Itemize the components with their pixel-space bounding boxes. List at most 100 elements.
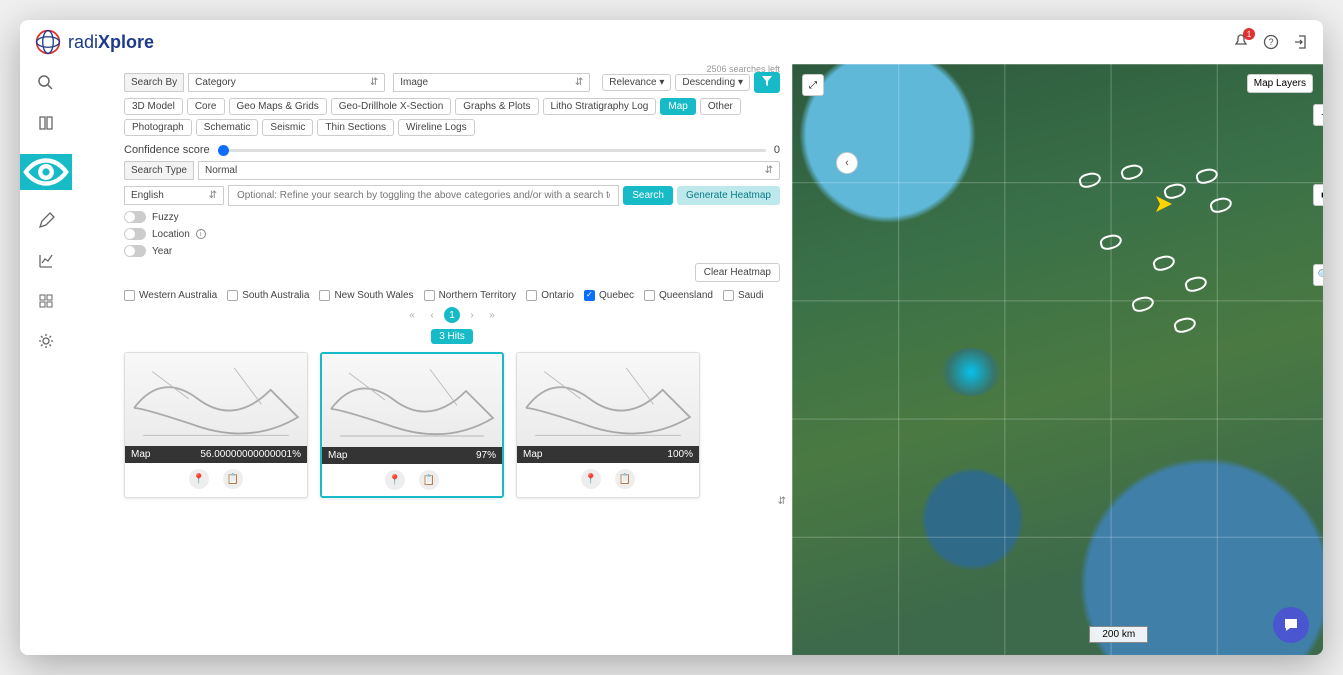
checkbox[interactable]	[319, 290, 330, 301]
search-button[interactable]: Search	[623, 186, 673, 205]
toggle-fuzzy[interactable]	[124, 211, 146, 223]
filter-button[interactable]	[754, 72, 780, 93]
result-confidence: 97%	[476, 450, 496, 461]
thumb-info-bar: Map 56.00000000000001%	[125, 446, 307, 463]
nav-pencil-icon[interactable]	[37, 212, 55, 230]
hits-badge: 3 Hits	[431, 329, 473, 344]
fullscreen-button[interactable]: ⤢	[802, 74, 824, 96]
help-icon[interactable]: ?	[1263, 34, 1279, 50]
copy-result-icon[interactable]: 📋	[419, 470, 439, 490]
nav-book-icon[interactable]	[37, 114, 55, 132]
nav-grid-icon[interactable]	[37, 292, 55, 310]
image-select[interactable]: Image	[393, 73, 590, 92]
tag-schematic[interactable]: Schematic	[196, 119, 259, 136]
toggle-location[interactable]	[124, 228, 146, 240]
nav-eye-icon[interactable]	[20, 154, 72, 190]
region-new-south-wales[interactable]: New South Wales	[319, 290, 413, 301]
tag-litho-stratigraphy-log[interactable]: Litho Stratigraphy Log	[543, 98, 657, 115]
funnel-icon	[761, 75, 773, 87]
search-input[interactable]	[228, 185, 619, 206]
search-by-select[interactable]: Category	[188, 73, 385, 92]
pager-current[interactable]: 1	[444, 307, 460, 323]
tag-geo-maps-grids[interactable]: Geo Maps & Grids	[229, 98, 327, 115]
tag-graphs-plots[interactable]: Graphs & Plots	[455, 98, 538, 115]
tag-other[interactable]: Other	[700, 98, 741, 115]
card-actions: 📍📋	[322, 464, 502, 496]
tag-3d-model[interactable]: 3D Model	[124, 98, 183, 115]
order-dropdown[interactable]: Descending ▾	[675, 74, 750, 91]
search-area-icon[interactable]: 🔍	[1313, 264, 1323, 286]
slider-thumb[interactable]	[218, 145, 229, 156]
result-card[interactable]: Map97%📍📋	[320, 352, 504, 498]
confidence-slider[interactable]	[218, 149, 766, 152]
pager-next[interactable]: ›	[464, 307, 480, 323]
nav-chart-icon[interactable]	[37, 252, 55, 270]
zoom-out-button[interactable]: −	[1313, 104, 1323, 126]
region-south-australia[interactable]: South Australia	[227, 290, 309, 301]
checkbox[interactable]	[124, 290, 135, 301]
pager-first[interactable]: «	[404, 307, 420, 323]
region-western-australia[interactable]: Western Australia	[124, 290, 217, 301]
collapse-panel-button[interactable]: ‹	[836, 152, 858, 174]
info-icon[interactable]: i	[196, 229, 206, 239]
tag-wireline-logs[interactable]: Wireline Logs	[398, 119, 475, 136]
checkbox[interactable]	[526, 290, 537, 301]
checkbox[interactable]	[584, 290, 595, 301]
checkbox[interactable]	[644, 290, 655, 301]
clear-heatmap-button[interactable]: Clear Heatmap	[695, 263, 780, 282]
region-label: Ontario	[541, 290, 574, 301]
result-cards: Map56.00000000000001%📍📋Map97%📍📋Map100%📍📋	[124, 352, 780, 498]
search-by-label: Search By	[124, 73, 184, 92]
copy-result-icon[interactable]: 📋	[615, 469, 635, 489]
region-quebec[interactable]: Quebec	[584, 290, 634, 301]
result-card[interactable]: Map 56.00000000000001% 📍 📋	[124, 352, 308, 498]
locate-result-icon[interactable]: 📍	[385, 470, 405, 490]
pager-prev[interactable]: ‹	[424, 307, 440, 323]
region-queensland[interactable]: Queensland	[644, 290, 713, 301]
copy-result-icon[interactable]: 📋	[223, 469, 243, 489]
region-saudi[interactable]: Saudi	[723, 290, 764, 301]
notifications-icon[interactable]: 1	[1233, 34, 1249, 50]
checkbox[interactable]	[723, 290, 734, 301]
locate-result-icon[interactable]: 📍	[189, 469, 209, 489]
tag-geo-drillhole-x-section[interactable]: Geo-Drillhole X-Section	[331, 98, 452, 115]
language-select[interactable]: English	[124, 186, 224, 205]
generate-heatmap-button[interactable]: Generate Heatmap	[677, 186, 780, 205]
logo[interactable]: radiXplore	[34, 28, 154, 56]
locate-result-icon[interactable]: 📍	[581, 469, 601, 489]
result-thumbnail: Map 56.00000000000001%	[125, 353, 307, 463]
checkbox[interactable]	[227, 290, 238, 301]
result-card[interactable]: Map100%📍📋	[516, 352, 700, 498]
region-northern-territory[interactable]: Northern Territory	[424, 290, 517, 301]
nav-gear-icon[interactable]	[37, 332, 55, 350]
pager-last[interactable]: »	[484, 307, 500, 323]
pager: « ‹ 1 › »	[124, 307, 780, 323]
tag-photograph[interactable]: Photograph	[124, 119, 192, 136]
search-panel: 2506 searches left Search By Category Im…	[72, 64, 792, 655]
tag-seismic[interactable]: Seismic	[262, 119, 313, 136]
nav-search-icon[interactable]	[37, 74, 55, 92]
checkbox[interactable]	[424, 290, 435, 301]
search-type-select[interactable]: Normal	[198, 161, 780, 180]
tag-map[interactable]: Map	[660, 98, 695, 115]
map-viewport[interactable]: ⤢ Map Layers ▢ + − ◎ ● ■ ✎ 🗑 🔍 200 k	[792, 64, 1323, 655]
relevance-dropdown[interactable]: Relevance ▾	[602, 74, 671, 91]
result-thumbnail: Map97%	[322, 354, 502, 464]
tag-thin-sections[interactable]: Thin Sections	[317, 119, 394, 136]
result-confidence: 56.00000000000001%	[200, 449, 301, 460]
card-actions: 📍📋	[517, 463, 699, 495]
toggle-year[interactable]	[124, 245, 146, 257]
sidebar	[20, 64, 72, 655]
tag-core[interactable]: Core	[187, 98, 225, 115]
rect-tool-icon[interactable]: ■	[1313, 184, 1323, 206]
result-confidence: 100%	[667, 449, 693, 460]
search-type-label: Search Type	[124, 161, 194, 180]
toggle-options: FuzzyLocationiYear	[124, 211, 780, 257]
chat-button[interactable]	[1273, 607, 1309, 643]
header-bar: radiXplore 1 ?	[20, 20, 1323, 64]
logout-icon[interactable]	[1293, 34, 1309, 50]
region-filters: Western Australia South Australia New Sout…	[124, 290, 780, 301]
result-type: Map	[131, 449, 150, 460]
map-layers-button[interactable]: Map Layers	[1247, 74, 1313, 93]
region-ontario[interactable]: Ontario	[526, 290, 574, 301]
